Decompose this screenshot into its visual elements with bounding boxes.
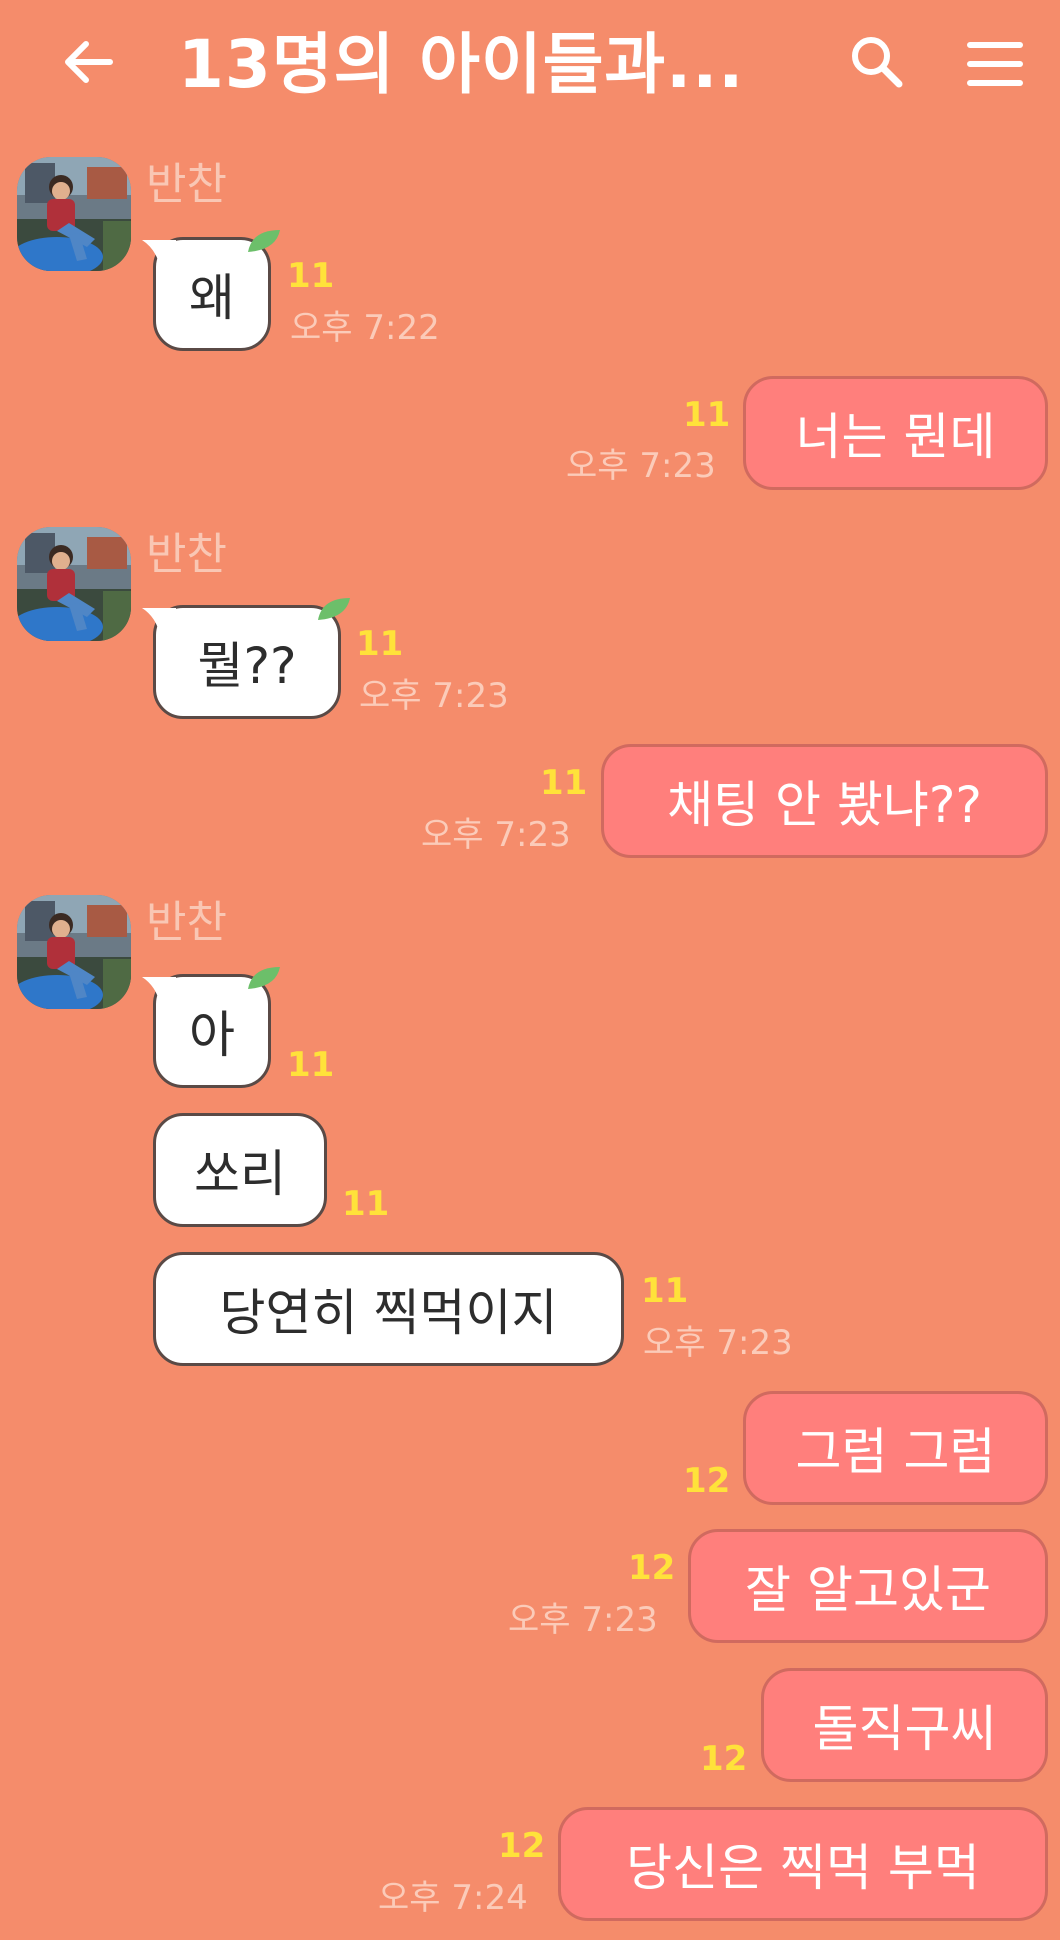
sender-name: 반찬 [146, 897, 227, 948]
unread-count: 11 [287, 1045, 335, 1085]
message-bubble-outgoing[interactable]: 채팅 안 봤냐?? [601, 744, 1048, 858]
menu-button[interactable] [965, 34, 1025, 94]
message-text: 뭘?? [197, 637, 297, 695]
message-text: 너는 뭔데 [795, 408, 996, 466]
timestamp: 오후 7:23 [359, 676, 509, 716]
leaf-icon [248, 967, 280, 989]
message-bubble-incoming[interactable]: 당연히 찍먹이지 [153, 1252, 624, 1366]
message-text: 왜 [189, 269, 235, 327]
message-bubble-incoming[interactable]: 아 [142, 967, 280, 1088]
unread-count: 12 [498, 1826, 546, 1866]
message-bubble-incoming[interactable]: 뭘?? [142, 598, 350, 719]
search-icon [852, 37, 903, 88]
message-text: 당신은 찍먹 부먹 [626, 1839, 980, 1897]
message-bubble-incoming[interactable]: 쏘리 [153, 1113, 327, 1227]
timestamp: 오후 7:23 [566, 446, 716, 486]
back-button[interactable] [58, 32, 118, 92]
message-text: 돌직구씨 [812, 1700, 997, 1758]
chat-title: 13명의 아이들과... [178, 26, 745, 103]
sender-avatar[interactable] [17, 527, 131, 641]
timestamp: 오후 7:23 [643, 1323, 793, 1363]
unread-count: 12 [683, 1461, 731, 1501]
message-text: 당연히 찍먹이지 [219, 1284, 558, 1342]
leaf-icon [248, 230, 280, 252]
message-bubble-outgoing[interactable]: 돌직구씨 [761, 1668, 1048, 1782]
message-bubble-outgoing[interactable]: 너는 뭔데 [743, 376, 1048, 490]
unread-count: 12 [628, 1548, 676, 1588]
sender-avatar[interactable] [17, 895, 131, 1009]
unread-count: 11 [342, 1184, 390, 1224]
sender-name: 반찬 [146, 529, 227, 580]
message-bubble-incoming[interactable]: 왜 [142, 230, 280, 351]
menu-icon [967, 42, 1023, 86]
timestamp: 오후 7:23 [508, 1600, 658, 1640]
message-bubble-outgoing[interactable]: 잘 알고있군 [688, 1529, 1048, 1643]
unread-count: 11 [540, 763, 588, 803]
unread-count: 12 [700, 1739, 748, 1779]
timestamp: 오후 7:22 [290, 308, 440, 348]
message-bubble-outgoing[interactable]: 당신은 찍먹 부먹 [558, 1807, 1048, 1921]
unread-count: 11 [287, 256, 335, 296]
leaf-icon [318, 598, 350, 620]
timestamp: 오후 7:24 [378, 1878, 528, 1918]
message-text: 잘 알고있군 [745, 1561, 991, 1619]
message-text: 채팅 안 봤냐?? [667, 776, 982, 834]
sender-name: 반찬 [146, 159, 227, 210]
unread-count: 11 [641, 1271, 689, 1311]
timestamp: 오후 7:23 [421, 815, 571, 855]
unread-count: 11 [356, 624, 404, 664]
message-text: 쏘리 [194, 1145, 286, 1203]
chat-header: 13명의 아이들과... [0, 0, 1060, 135]
sender-avatar[interactable] [17, 157, 131, 271]
back-arrow-icon [65, 41, 113, 83]
unread-count: 11 [683, 395, 731, 435]
message-text: 아 [189, 1006, 235, 1064]
search-button[interactable] [845, 30, 909, 94]
message-text: 그럼 그럼 [795, 1423, 996, 1481]
message-bubble-outgoing[interactable]: 그럼 그럼 [743, 1391, 1048, 1505]
